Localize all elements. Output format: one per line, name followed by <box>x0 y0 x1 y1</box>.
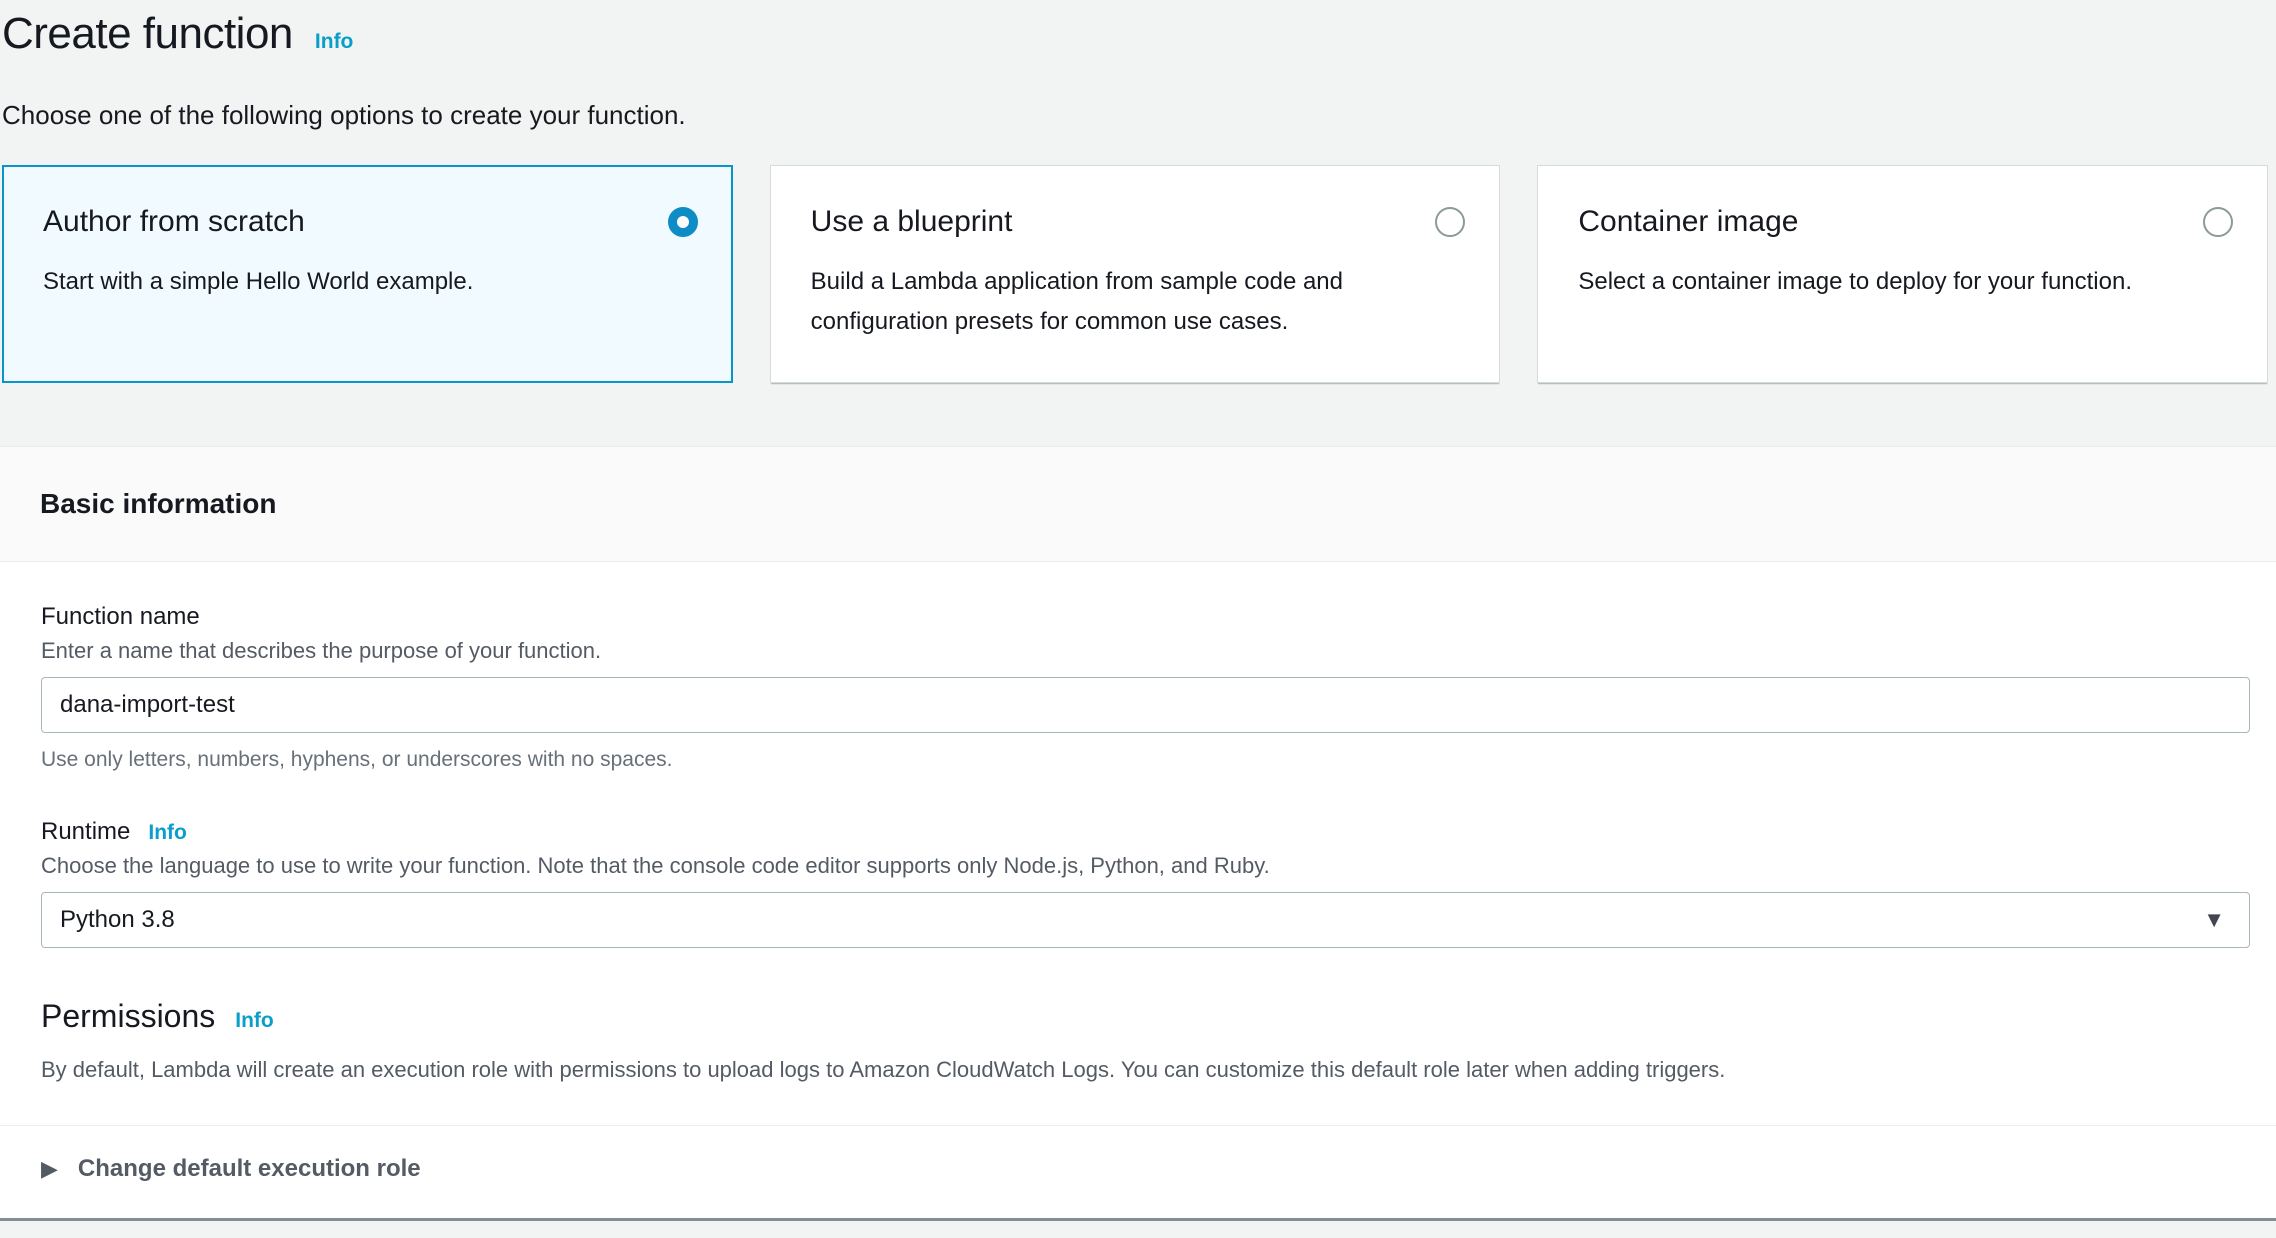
permissions-heading: Permissions <box>41 996 215 1036</box>
runtime-description: Choose the language to use to write your… <box>41 852 2250 880</box>
title-info-link[interactable]: Info <box>315 30 353 54</box>
radio-selected-icon[interactable] <box>668 207 698 237</box>
function-name-label: Function name <box>41 602 2250 632</box>
tile-container-image[interactable]: Container image Select a container image… <box>1537 165 2268 383</box>
basic-information-header: Basic information <box>0 446 2276 562</box>
tile-title: Author from scratch <box>43 202 305 242</box>
tile-use-a-blueprint[interactable]: Use a blueprint Build a Lambda applicati… <box>770 165 1501 383</box>
change-default-execution-role-expander[interactable]: ▶ Change default execution role <box>0 1126 2276 1218</box>
tile-description: Start with a simple Hello World example. <box>43 262 698 302</box>
function-name-field-group: Function name Enter a name that describe… <box>41 562 2250 773</box>
runtime-label-row: Runtime Info <box>41 817 2250 847</box>
tile-description: Select a container image to deploy for y… <box>1578 262 2233 302</box>
tile-title: Use a blueprint <box>811 202 1013 242</box>
expander-label: Change default execution role <box>78 1154 421 1184</box>
tile-description: Build a Lambda application from sample c… <box>811 262 1466 342</box>
runtime-info-link[interactable]: Info <box>148 821 186 845</box>
runtime-select[interactable]: Python 3.8 ▼ <box>41 892 2250 948</box>
basic-information-body: Function name Enter a name that describe… <box>0 562 2276 1228</box>
tile-author-from-scratch[interactable]: Author from scratch Start with a simple … <box>2 165 733 383</box>
basic-information-heading: Basic information <box>40 486 2236 522</box>
function-name-description: Enter a name that describes the purpose … <box>41 637 2250 665</box>
page-subtitle: Choose one of the following options to c… <box>2 98 2268 132</box>
page-header: Create function Info Choose one of the f… <box>0 0 2276 132</box>
permissions-description: By default, Lambda will create an execut… <box>41 1056 2250 1084</box>
basic-information-inner: Function name Enter a name that describe… <box>0 562 2276 1084</box>
runtime-field-group: Runtime Info Choose the language to use … <box>41 773 2250 948</box>
page-title: Create function <box>2 6 293 62</box>
radio-unselected-icon[interactable] <box>2203 207 2233 237</box>
tile-top-row: Container image <box>1578 202 2233 242</box>
tile-title: Container image <box>1578 202 1798 242</box>
chevron-down-icon: ▼ <box>2203 909 2225 931</box>
creation-option-tiles: Author from scratch Start with a simple … <box>2 165 2268 383</box>
caret-right-icon: ▶ <box>41 1158 58 1180</box>
permissions-info-link[interactable]: Info <box>235 1009 273 1033</box>
bottom-gap <box>0 1221 2276 1228</box>
radio-unselected-icon[interactable] <box>1435 207 1465 237</box>
tile-top-row: Use a blueprint <box>811 202 1466 242</box>
function-name-input[interactable] <box>41 677 2250 733</box>
runtime-selected-value: Python 3.8 <box>60 906 175 934</box>
function-name-hint: Use only letters, numbers, hyphens, or u… <box>41 747 2250 773</box>
runtime-label: Runtime <box>41 817 130 847</box>
permissions-heading-row: Permissions Info <box>41 948 2250 1036</box>
tile-top-row: Author from scratch <box>43 202 698 242</box>
title-row: Create function Info <box>2 6 2268 62</box>
